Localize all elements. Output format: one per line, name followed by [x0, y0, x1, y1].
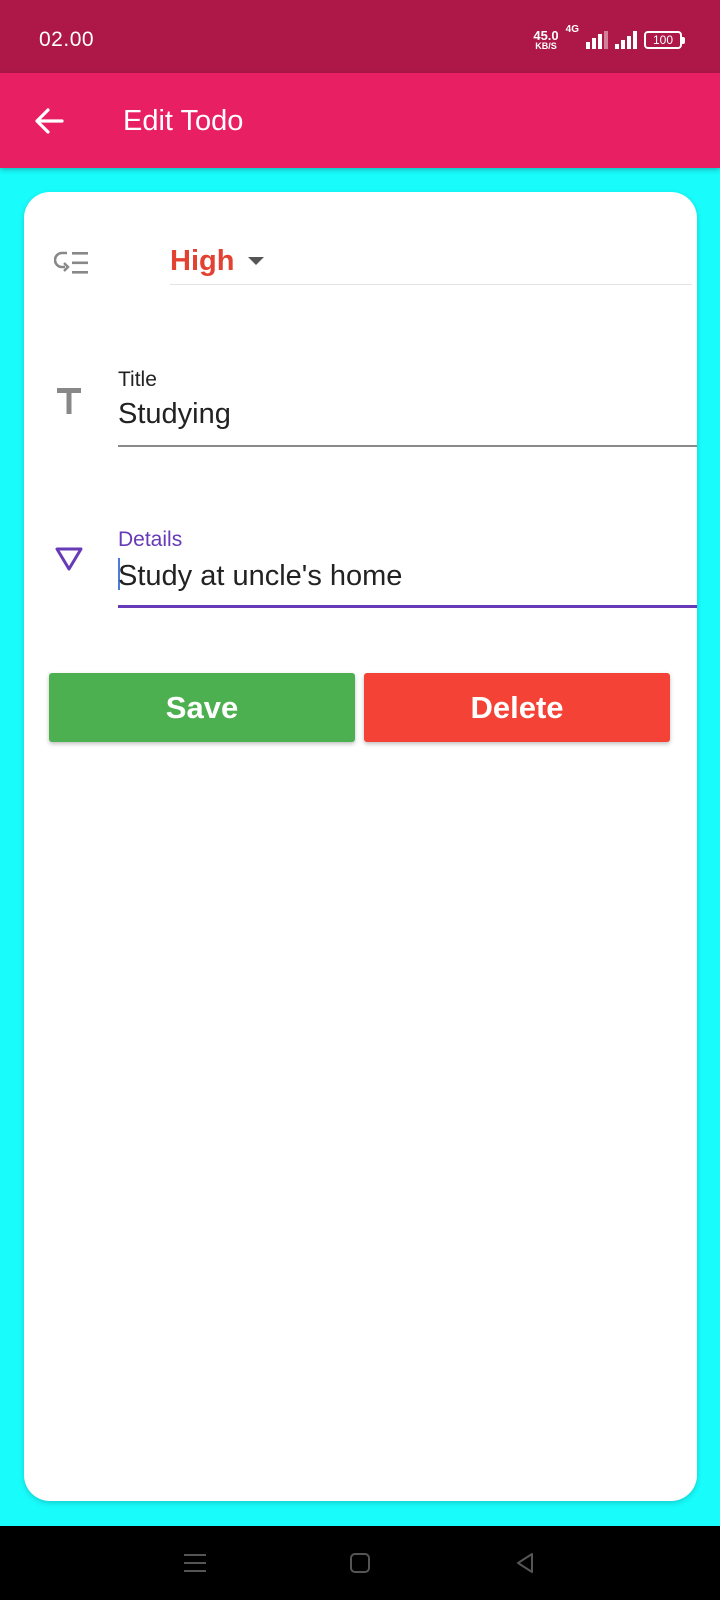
- battery-icon: 100: [644, 31, 685, 49]
- app-bar: Edit Todo: [0, 73, 720, 168]
- title-input[interactable]: Studying: [118, 398, 697, 431]
- dropdown-arrow-icon: [248, 257, 264, 265]
- edit-todo-card: High Title Studying Details Study at unc…: [24, 192, 697, 1501]
- title-field-label: Title: [118, 368, 157, 391]
- network-speed-unit: KB/S: [535, 41, 557, 51]
- menu-icon: [184, 1554, 206, 1572]
- delete-button[interactable]: Delete: [364, 673, 670, 742]
- title-field[interactable]: Title Studying: [118, 368, 697, 450]
- priority-value: High: [170, 245, 235, 277]
- details-input-wrapper[interactable]: Study at uncle's home: [118, 558, 697, 593]
- network-type: 4G: [565, 24, 579, 35]
- signal-sim2-icon: [615, 31, 637, 49]
- status-indicators: 45.0 KB/S 4G 100: [533, 24, 685, 54]
- details-field-label: Details: [118, 528, 183, 551]
- home-square-icon: [350, 1553, 370, 1573]
- back-triangle-icon: [517, 1553, 533, 1573]
- back-button[interactable]: [26, 98, 72, 144]
- details-input[interactable]: Study at uncle's home: [118, 560, 402, 592]
- save-button[interactable]: Save: [49, 673, 355, 742]
- page-title: Edit Todo: [123, 105, 244, 137]
- details-field[interactable]: Details Study at uncle's home: [118, 528, 697, 610]
- system-nav-bar: [0, 1526, 720, 1600]
- arrow-left-icon: [35, 108, 64, 134]
- back-nav-button[interactable]: [485, 1526, 565, 1600]
- signal-sim1-icon: [586, 31, 608, 49]
- priority-dropdown[interactable]: High: [170, 245, 692, 285]
- status-time: 02.00: [39, 28, 95, 51]
- title-field-underline: [118, 445, 697, 447]
- triangle-down-outline-icon: [52, 544, 86, 574]
- status-bar: 02.00 45.0 KB/S 4G 100: [0, 0, 720, 73]
- text-title-icon: [54, 384, 84, 418]
- details-field-underline: [118, 605, 697, 608]
- menu-nav-button[interactable]: [155, 1526, 235, 1600]
- battery-level: 100: [652, 33, 674, 47]
- home-nav-button[interactable]: [320, 1526, 400, 1600]
- low-priority-icon: [52, 248, 92, 278]
- network-speed: 45.0 KB/S: [533, 29, 558, 51]
